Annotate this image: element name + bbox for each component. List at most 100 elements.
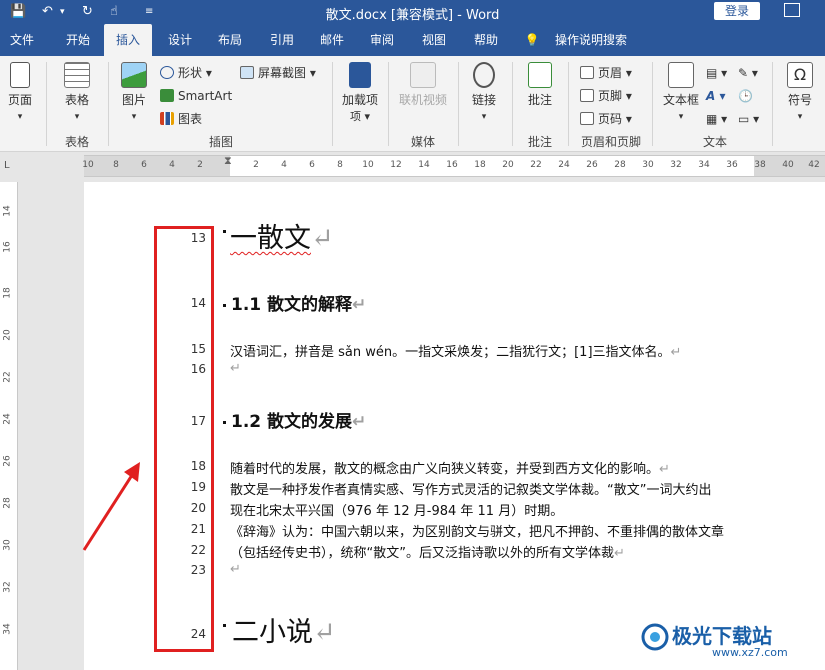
symbol-button[interactable]: Ω 符号 ▾	[780, 62, 820, 122]
heading-2-explanation[interactable]: 1.1 散文的解释↵	[231, 290, 366, 315]
divider	[108, 62, 109, 146]
screenshot-icon	[240, 66, 254, 79]
tab-design[interactable]: 设计	[160, 24, 200, 56]
addins-button[interactable]: 加载项项 ▾	[340, 62, 380, 124]
paragraph-mark: ↵	[659, 462, 670, 477]
paragraph-line-15[interactable]: 汉语词汇，拼音是 sǎn wén。一指文采焕发；二指犹行文；[1]三指文体名。↵	[230, 341, 681, 360]
footer-button[interactable]: 页脚 ▾	[580, 87, 632, 105]
object-icon[interactable]: ▭ ▾	[738, 110, 759, 128]
tab-references[interactable]: 引用	[262, 24, 302, 56]
ruler-margin-left	[84, 156, 230, 176]
divider	[568, 62, 569, 146]
shapes-icon	[160, 66, 174, 79]
heading-1-prose[interactable]: 一散文↵	[230, 216, 334, 255]
heading-1-novel[interactable]: 二小说↵	[232, 610, 336, 649]
divider	[388, 62, 389, 146]
tab-layout[interactable]: 布局	[210, 24, 250, 56]
paragraph-mark: ↵	[352, 412, 367, 432]
dropcap-icon[interactable]: ▦ ▾	[706, 110, 727, 128]
ruler-tick: 14	[418, 160, 430, 170]
screenshot-button[interactable]: 屏幕截图 ▾	[240, 64, 316, 82]
page-number-button[interactable]: 页码 ▾	[580, 110, 632, 128]
ruler-tick: 32	[670, 160, 682, 170]
ruler-tick: 30	[642, 160, 654, 170]
empty-paragraph-mark[interactable]: ↵	[230, 361, 241, 376]
ruler-tick: 18	[2, 287, 13, 299]
shapes-button[interactable]: 形状 ▾	[160, 64, 212, 82]
ribbon-insert: 页面 ▾ 表格 ▾ 表格 图片 ▾ 形状 ▾ SmartArt 图表 屏幕截图 ▾ 插…	[0, 56, 825, 152]
tab-review[interactable]: 审阅	[362, 24, 402, 56]
divider	[458, 62, 459, 146]
ruler-tick: 28	[2, 497, 13, 509]
pages-button[interactable]: 页面 ▾	[4, 62, 36, 122]
footer-icon	[580, 89, 594, 102]
link-button[interactable]: 链接 ▾	[464, 62, 504, 122]
picture-button[interactable]: 图片 ▾	[116, 62, 152, 122]
paragraph-line-18[interactable]: 随着时代的发展，散文的概念由广义向狭义转变，并受到西方文化的影响。↵	[230, 458, 670, 477]
wordart-icon[interactable]: A ▾	[706, 87, 726, 105]
comment-label: 批注	[527, 93, 552, 107]
ruler-tick: 10	[362, 160, 374, 170]
date-time-icon[interactable]: 🕒	[738, 87, 753, 105]
smartart-icon	[160, 89, 174, 102]
tab-mailings[interactable]: 邮件	[312, 24, 352, 56]
ruler-tick: 18	[474, 160, 486, 170]
title-bar: 💾 ↶ ▾ ↻ ☝ ≡ 散文.docx [兼容模式] - Word 登录	[0, 0, 825, 24]
heading-2-development[interactable]: 1.2 散文的发展↵	[231, 407, 366, 432]
ruler-tick: 2	[197, 160, 203, 170]
restore-window-icon[interactable]	[784, 3, 800, 17]
ruler-tick: 16	[2, 241, 13, 253]
empty-paragraph-mark[interactable]: ↵	[230, 562, 241, 577]
ruler-tick: 4	[169, 160, 175, 170]
login-button[interactable]: 登录	[714, 2, 760, 20]
ruler-tick: 12	[390, 160, 402, 170]
tab-insert[interactable]: 插入	[104, 24, 152, 56]
addins-label: 加载项	[341, 93, 378, 107]
ruler-tick: 6	[141, 160, 147, 170]
group-label-comments: 批注	[527, 135, 552, 149]
ruler-tick: 26	[2, 455, 13, 467]
ruler-tick: 10	[82, 160, 94, 170]
paragraph-line-21[interactable]: 《辞海》认为：中国六朝以来，为区别韵文与骈文，把凡不押韵、不重排偶的散体文章	[230, 521, 724, 540]
online-video-button[interactable]: 联机视频	[396, 62, 450, 108]
paragraph-line-19[interactable]: 散文是一种抒发作者真情实感、写作方式灵活的记叙类文学体裁。“散文”一词大约出	[230, 479, 711, 498]
paragraph-bullet	[223, 230, 226, 233]
horizontal-ruler[interactable]: 10 8 6 4 2 ⧗ 2 4 6 8 10 12 14 16 18 20 2…	[82, 154, 825, 177]
quick-parts-icon[interactable]: ▤ ▾	[706, 64, 727, 82]
heading-text: 1.1 散文的解释	[231, 295, 353, 315]
header-button[interactable]: 页眉 ▾	[580, 64, 632, 82]
picture-icon	[121, 62, 147, 88]
chart-button[interactable]: 图表	[160, 110, 202, 128]
group-label-illustrations: 插图	[208, 135, 233, 149]
chart-label: 图表	[178, 112, 203, 126]
ruler-tick: 42	[808, 160, 820, 170]
tab-home[interactable]: 开始	[56, 24, 100, 56]
paragraph-mark: ↵	[613, 546, 625, 561]
tab-view[interactable]: 视图	[414, 24, 454, 56]
signature-line-icon[interactable]: ✎ ▾	[738, 64, 758, 82]
tab-help[interactable]: 帮助	[466, 24, 506, 56]
paragraph-line-20[interactable]: 现在北宋太平兴国（976 年 12 月-984 年 11 月）时期。	[230, 500, 563, 519]
page-number-icon	[580, 112, 594, 125]
watermark-name: 极光下载站	[672, 624, 772, 648]
ruler-tick: 26	[586, 160, 598, 170]
indent-marker-icon[interactable]: ⧗	[224, 154, 232, 168]
vertical-ruler[interactable]: 14 16 18 20 22 24 26 28 30 32 34	[0, 182, 18, 670]
ribbon-tabs: 文件 开始 插入 设计 布局 引用 邮件 审阅 视图 帮助 💡 操作说明搜索	[0, 24, 825, 56]
tab-file[interactable]: 文件	[2, 24, 42, 56]
screenshot-label: 屏幕截图	[258, 66, 307, 80]
tell-me-search[interactable]: 操作说明搜索	[548, 24, 634, 56]
paragraph-line-22[interactable]: （包括经传史书），统称“散文”。后又泛指诗歌以外的所有文学体裁↵	[230, 542, 625, 561]
window-title: 散文.docx [兼容模式] - Word	[325, 8, 500, 23]
video-icon	[410, 62, 436, 88]
textbox-button[interactable]: 文本框 ▾	[660, 62, 702, 122]
paragraph-bullet	[223, 421, 226, 424]
ruler-tick: 22	[2, 371, 13, 383]
comment-button[interactable]: 批注	[520, 62, 560, 108]
picture-label: 图片	[121, 93, 146, 107]
paragraph-text: 随着时代的发展，散文的概念由广义向狭义转变，并受到西方文化的影响。	[230, 462, 660, 477]
tab-stop-selector-icon[interactable]: L	[4, 160, 10, 171]
ruler-tick: 2	[253, 160, 259, 170]
smartart-button[interactable]: SmartArt	[160, 87, 232, 105]
table-button[interactable]: 表格 ▾	[58, 62, 96, 122]
